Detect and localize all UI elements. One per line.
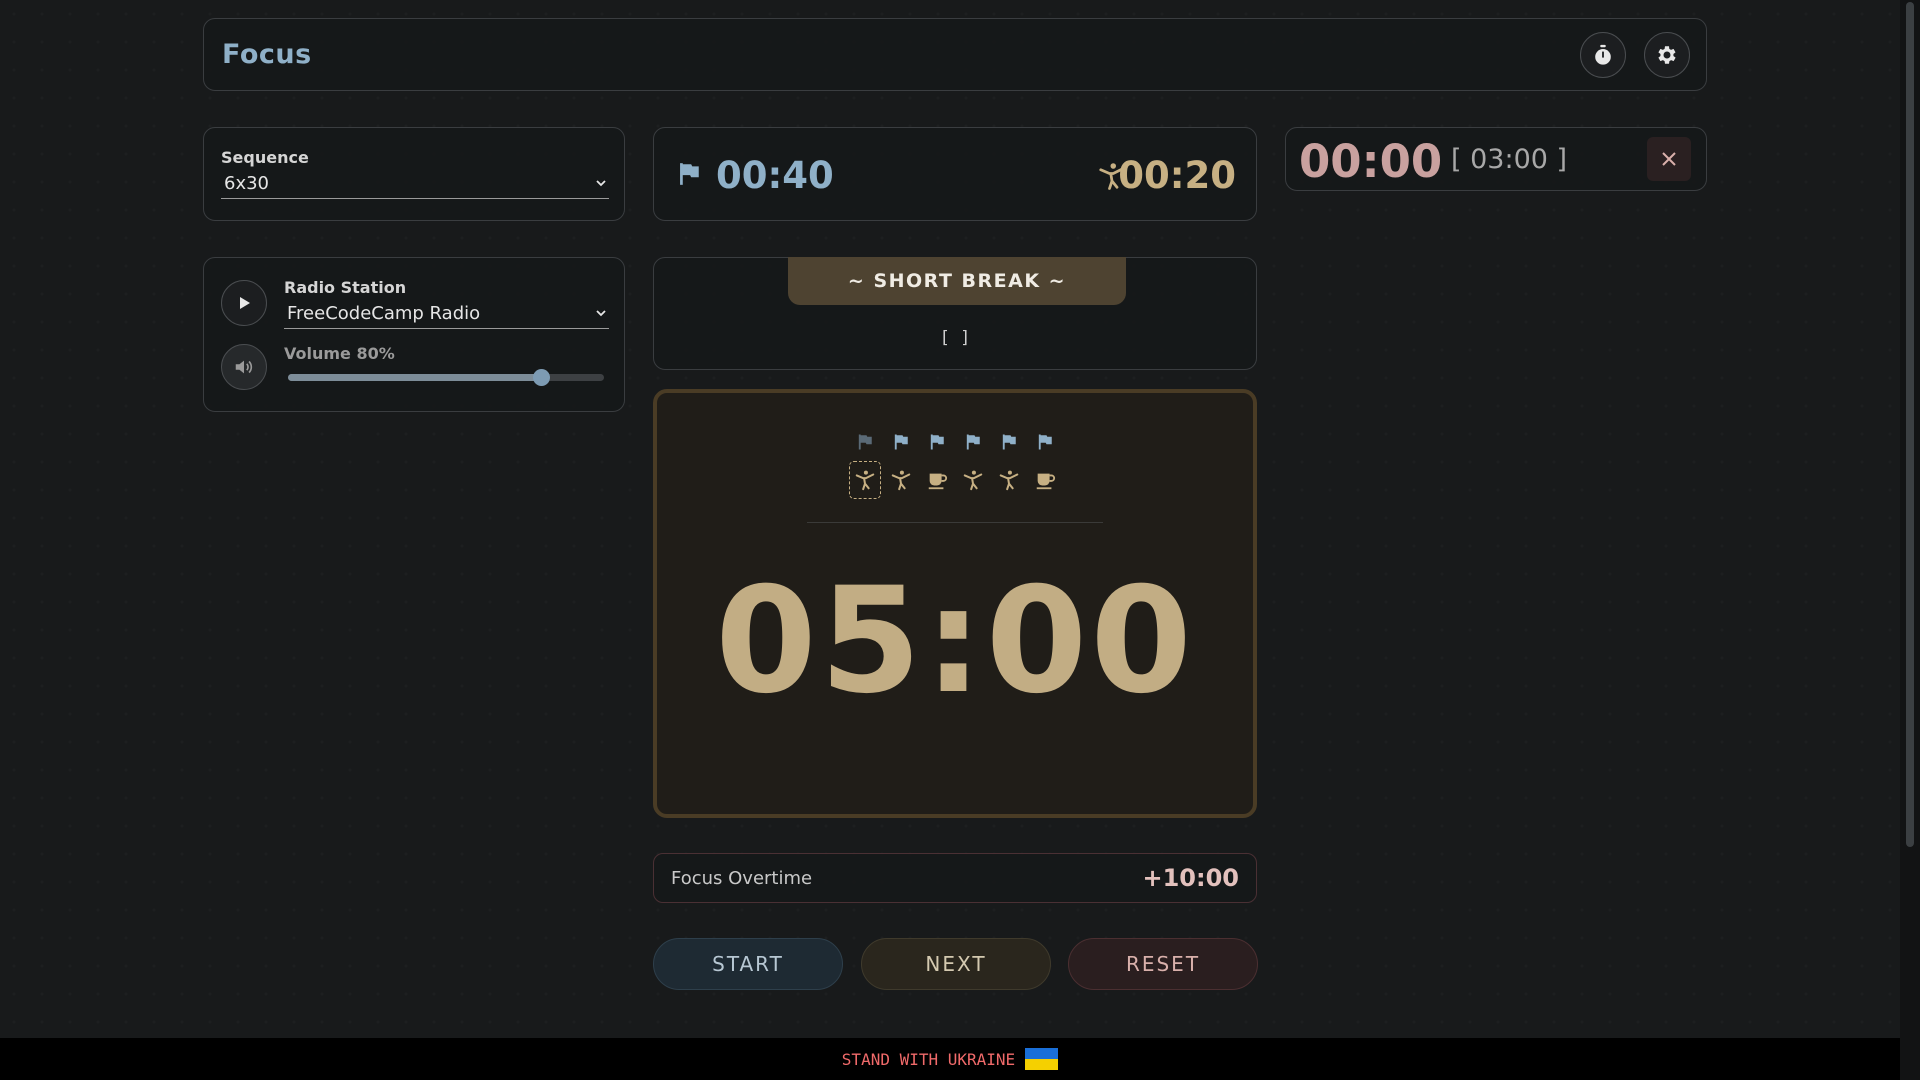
flag-icon xyxy=(997,427,1021,457)
flag-icon xyxy=(853,427,877,457)
focus-icon-row xyxy=(657,425,1253,459)
timer-panel: 05:00 xyxy=(653,389,1257,818)
ukraine-flag-icon xyxy=(1025,1048,1059,1070)
radio-station-label: Radio Station xyxy=(284,278,407,297)
coffee-icon xyxy=(1033,465,1057,495)
break-duration: 00:20 xyxy=(1118,154,1236,197)
radio-station-value: FreeCodeCamp Radio xyxy=(287,303,481,324)
reset-button[interactable]: RESET xyxy=(1068,938,1258,990)
clock-target: [ 03:00 ] xyxy=(1451,144,1568,175)
coffee-icon xyxy=(925,465,949,495)
flag-icon xyxy=(961,427,985,457)
stopwatch-icon xyxy=(1595,44,1611,65)
footer-link[interactable]: STAND WITH UKRAINE xyxy=(842,1050,1015,1069)
overtime-panel: Focus Overtime +10:00 xyxy=(653,853,1257,903)
mode-panel: ~ SHORT BREAK ~ [ ] xyxy=(653,257,1257,370)
volume-slider[interactable] xyxy=(288,369,604,386)
flag-icon xyxy=(1033,427,1057,457)
sequence-select[interactable]: 6x30 xyxy=(221,171,609,199)
flag-icon xyxy=(889,427,913,457)
speaker-icon xyxy=(235,360,253,374)
clock-panel: 00:00 [ 03:00 ] xyxy=(1285,127,1707,191)
durations-panel: 00:40 00:20 xyxy=(653,127,1257,221)
next-button[interactable]: NEXT xyxy=(861,938,1051,990)
close-clock-button[interactable] xyxy=(1647,137,1691,181)
stretch-icon xyxy=(997,465,1021,495)
radio-panel: Radio Station FreeCodeCamp Radio Volume … xyxy=(203,257,625,412)
close-icon xyxy=(1662,152,1676,166)
overtime-label: Focus Overtime xyxy=(671,868,813,889)
focus-duration: 00:40 xyxy=(716,154,834,197)
clock-time: 00:00 xyxy=(1299,135,1443,188)
stretch-icon xyxy=(889,465,913,495)
sequence-value: 6x30 xyxy=(224,173,270,194)
chevron-down-icon xyxy=(596,180,606,187)
app-header: Focus xyxy=(203,18,1707,91)
break-icon-row xyxy=(657,461,1253,499)
volume-label: Volume 80% xyxy=(284,344,395,363)
radio-station-select[interactable]: FreeCodeCamp Radio xyxy=(284,301,609,329)
footer: STAND WITH UKRAINE xyxy=(0,1038,1900,1080)
mode-note: [ ] xyxy=(939,328,971,348)
chevron-down-icon xyxy=(596,310,606,317)
stretch-icon xyxy=(849,461,881,499)
sequence-panel: Sequence 6x30 xyxy=(203,127,625,221)
stretch-icon xyxy=(961,465,985,495)
overtime-value: +10:00 xyxy=(1142,864,1239,892)
volume-slider-thumb[interactable] xyxy=(532,369,550,386)
volume-button[interactable] xyxy=(221,344,267,390)
scrollbar[interactable] xyxy=(1900,0,1920,1080)
divider xyxy=(807,522,1103,523)
mode-label: ~ SHORT BREAK ~ xyxy=(788,257,1126,305)
start-button[interactable]: START xyxy=(653,938,843,990)
stopwatch-button[interactable] xyxy=(1580,32,1626,78)
flag-icon xyxy=(680,163,699,185)
flag-icon xyxy=(925,427,949,457)
play-icon xyxy=(240,297,250,309)
timer-display: 05:00 xyxy=(715,556,1195,726)
sequence-progress xyxy=(657,425,1253,499)
play-button[interactable] xyxy=(221,280,267,326)
scrollbar-thumb[interactable] xyxy=(1906,2,1914,847)
volume-fill xyxy=(288,374,541,381)
settings-button[interactable] xyxy=(1644,32,1690,78)
app-title: Focus xyxy=(222,39,312,70)
sequence-label: Sequence xyxy=(221,148,309,167)
gear-icon xyxy=(1658,46,1676,64)
